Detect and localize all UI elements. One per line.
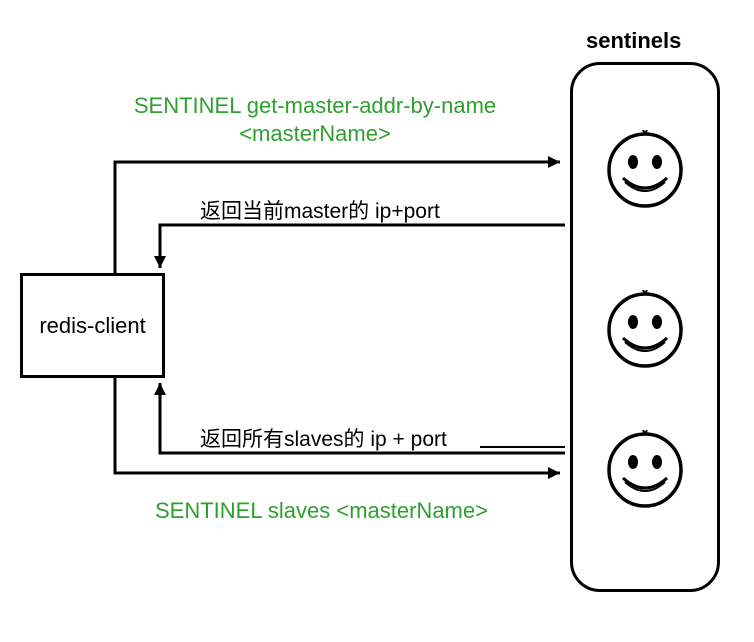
sentinel-node-1 — [605, 130, 685, 210]
response-master: 返回当前master的 ip+port — [200, 195, 440, 225]
cmd-get-master-line1: SENTINEL get-master-addr-by-name — [115, 93, 515, 119]
sentinel-node-3 — [605, 430, 685, 510]
redis-client-box: redis-client — [20, 273, 165, 378]
sentinels-title: sentinels — [586, 28, 681, 54]
response-slaves: 返回所有slaves的 ip + port — [200, 423, 447, 453]
sentinel-node-2 — [605, 290, 685, 370]
cmd-get-master-line2: <masterName> — [115, 121, 515, 147]
cmd-slaves: SENTINEL slaves <masterName> — [155, 498, 488, 524]
redis-client-label: redis-client — [39, 313, 145, 339]
